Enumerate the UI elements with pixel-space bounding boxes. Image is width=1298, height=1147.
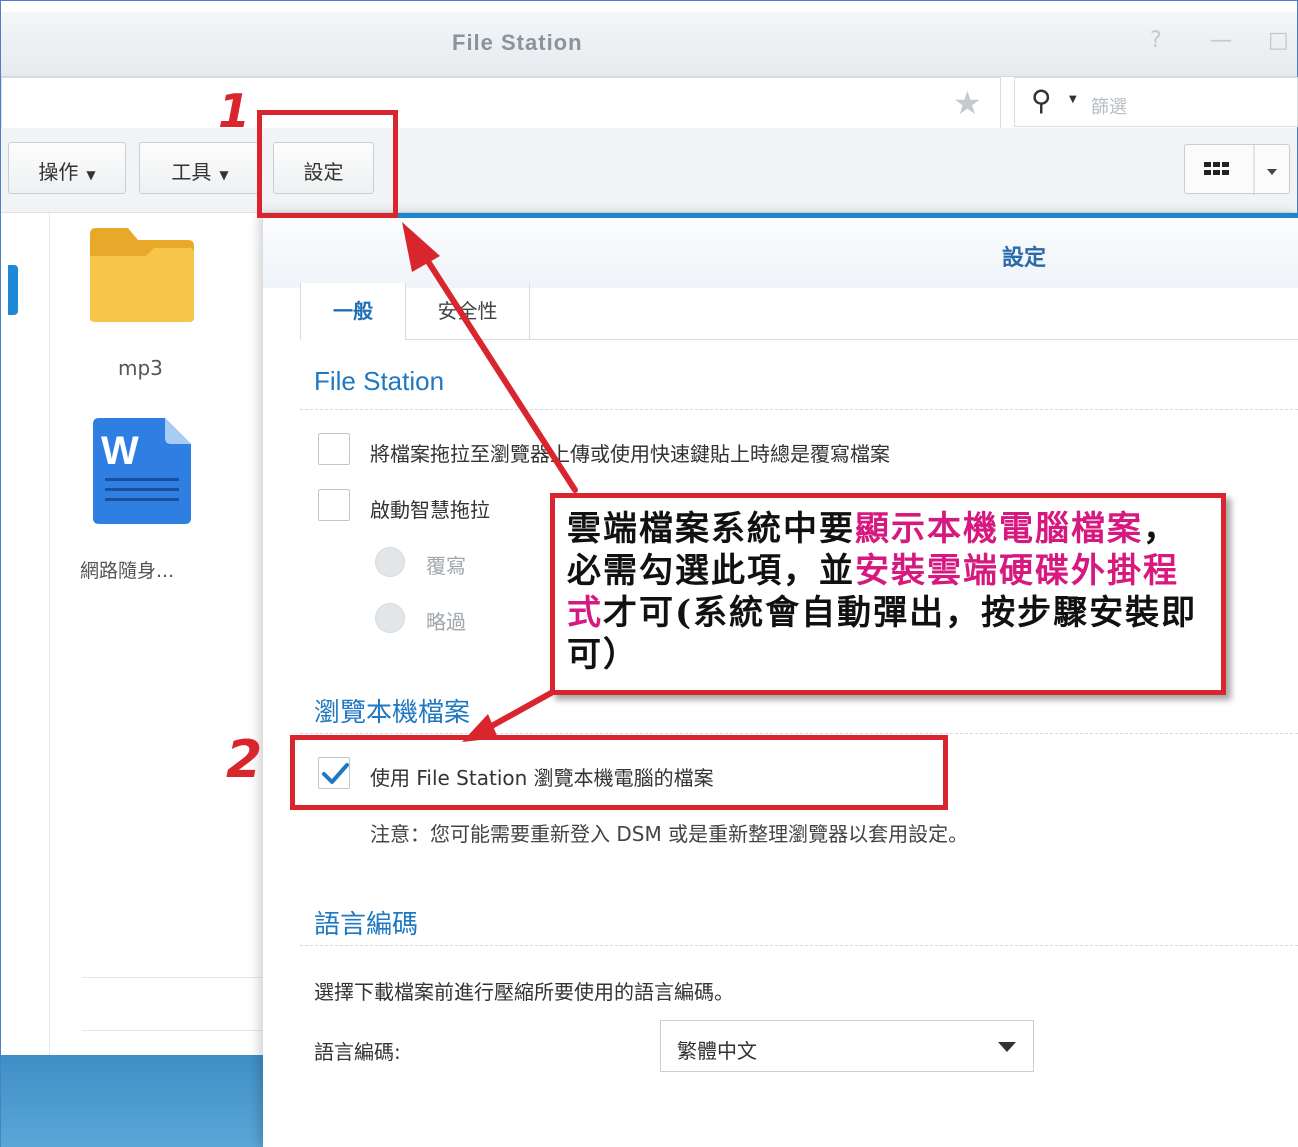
callout-text: 雲端檔案系統中要顯示本機電腦檔案，必需勾選此項，並安裝雲端硬碟外掛程式才可(系統…: [567, 508, 1209, 676]
callout-note: 雲端檔案系統中要顯示本機電腦檔案，必需勾選此項，並安裝雲端硬碟外掛程式才可(系統…: [550, 493, 1226, 695]
callout-text-part: 才可(系統會自動彈出，按步驟安裝即可）: [567, 593, 1198, 675]
arrow-to-checkbox: [462, 685, 563, 742]
callout-text-part: 雲端檔案系統中要: [567, 509, 855, 549]
arrow-to-settings-button: [402, 222, 578, 493]
callout-highlight: 安裝雲端硬碟外: [855, 551, 1107, 591]
callout-highlight: 顯示本機電腦檔案: [855, 509, 1143, 549]
